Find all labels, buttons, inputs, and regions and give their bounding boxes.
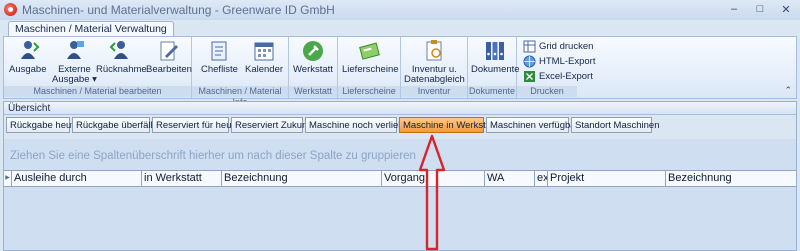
overview-panel: Übersicht Rückgabe heute Rückgabe überfä… bbox=[3, 101, 797, 251]
excel-export-button[interactable]: Excel-Export bbox=[523, 70, 593, 83]
ribbon-group-caption: Lieferscheine bbox=[338, 86, 400, 97]
list-document-icon bbox=[207, 39, 231, 63]
person-arrow-in-icon bbox=[109, 39, 133, 63]
ruecknahme-button[interactable]: Rücknahme bbox=[96, 39, 147, 75]
grid-column-headers: ▶ Ausleihe durch in Werkstatt Bezeichnun… bbox=[4, 170, 796, 187]
column-header-wa[interactable]: WA bbox=[484, 171, 534, 186]
maximize-icon[interactable]: □ bbox=[748, 1, 772, 17]
workshop-wrench-icon bbox=[301, 39, 325, 63]
app-logo-icon bbox=[4, 3, 17, 16]
ribbon-group-caption: Inventur bbox=[401, 86, 467, 97]
filter-standort-maschinen[interactable]: Standort Maschinen bbox=[571, 117, 660, 133]
grid-print-icon bbox=[523, 40, 536, 53]
ribbon-tab-row: Maschinen / Material Verwaltung bbox=[0, 20, 800, 37]
chefliste-button[interactable]: Chefliste bbox=[201, 39, 238, 75]
html-globe-icon bbox=[523, 55, 536, 68]
column-header-in-werkstatt[interactable]: in Werkstatt bbox=[141, 171, 221, 186]
delivery-note-icon bbox=[358, 39, 382, 63]
ribbon-group-dokumente: Dokumente Dokumente bbox=[468, 37, 520, 98]
html-export-button[interactable]: HTML-Export bbox=[523, 55, 595, 68]
tab-maschinen-material-verwaltung[interactable]: Maschinen / Material Verwaltung bbox=[8, 21, 174, 37]
window-controls: – □ ✕ bbox=[722, 1, 798, 17]
filter-maschine-noch-verliehen[interactable]: Maschine noch verliehen bbox=[305, 117, 414, 133]
kalender-button[interactable]: Kalender bbox=[245, 39, 283, 75]
ribbon-group-caption: Dokumente bbox=[468, 86, 516, 97]
dokumente-button[interactable]: Dokumente bbox=[471, 39, 520, 75]
column-header-bezeichnung[interactable]: Bezeichnung bbox=[221, 171, 381, 186]
calendar-icon bbox=[252, 39, 276, 63]
ribbon-group-inventur: Inventur u. Datenabgleich Inventur bbox=[401, 37, 468, 98]
annotation-arrow-up bbox=[418, 134, 446, 251]
ribbon-group-drucken: Grid drucken HTML-Export Excel-Export Dr… bbox=[517, 37, 796, 98]
filter-reserviert-zukunft[interactable]: Reserviert Zukunft bbox=[231, 117, 313, 133]
group-by-drop-area[interactable]: Ziehen Sie eine Spaltenüberschrift hierh… bbox=[10, 150, 416, 162]
column-header-ausleihe-durch[interactable]: Ausleihe durch bbox=[11, 171, 141, 186]
collapse-ribbon-icon[interactable]: ⌃ bbox=[784, 85, 792, 96]
column-header-ex[interactable]: ex bbox=[534, 171, 547, 186]
row-indicator-icon: ▶ bbox=[5, 175, 10, 181]
data-grid: Ziehen Sie eine Spaltenüberschrift hierh… bbox=[4, 139, 796, 250]
werkstatt-button[interactable]: Werkstatt bbox=[293, 39, 333, 75]
ribbon-group-bearbeiten: Ausgabe Externe Ausgabe ▾ Rücknahme Bear… bbox=[4, 37, 192, 98]
ribbon-group-info: Chefliste Kalender Maschinen / Material … bbox=[192, 37, 289, 107]
column-header-projekt[interactable]: Projekt bbox=[547, 171, 665, 186]
ribbon-group-lieferscheine: Lieferscheine Lieferscheine bbox=[338, 37, 401, 98]
edit-document-icon bbox=[157, 39, 181, 63]
externe-ausgabe-button[interactable]: Externe Ausgabe ▾ bbox=[52, 39, 97, 85]
inventur-button[interactable]: Inventur u. Datenabgleich bbox=[404, 39, 465, 85]
overview-header: Übersicht bbox=[4, 102, 796, 115]
ribbon-group-werkstatt: Werkstatt Werkstatt bbox=[289, 37, 338, 98]
ausgabe-button[interactable]: Ausgabe bbox=[9, 39, 47, 75]
close-icon[interactable]: ✕ bbox=[774, 1, 798, 17]
grid-drucken-button[interactable]: Grid drucken bbox=[523, 40, 593, 53]
person-external-icon bbox=[62, 39, 86, 63]
window-title: Maschinen- und Materialverwaltung - Gree… bbox=[22, 3, 335, 17]
column-header-bezeichnung-2[interactable]: Bezeichnung bbox=[665, 171, 796, 186]
filter-maschine-in-werkstatt[interactable]: Maschine in Werkstatt bbox=[399, 117, 496, 133]
binders-icon bbox=[483, 39, 507, 63]
ribbon-group-caption: Maschinen / Material Info bbox=[192, 86, 288, 107]
ribbon-group-caption: Maschinen / Material bearbeiten bbox=[4, 86, 191, 97]
excel-icon bbox=[523, 70, 536, 83]
ribbon: Ausgabe Externe Ausgabe ▾ Rücknahme Bear… bbox=[3, 36, 797, 107]
person-arrow-out-icon bbox=[16, 39, 40, 63]
ribbon-group-caption: Werkstatt bbox=[289, 86, 337, 97]
ribbon-group-caption: Drucken bbox=[517, 86, 577, 97]
filter-reserviert-heute[interactable]: Reserviert für heute bbox=[152, 117, 239, 133]
title-bar: Maschinen- und Materialverwaltung - Gree… bbox=[0, 0, 800, 21]
minimize-icon[interactable]: – bbox=[722, 1, 746, 17]
bearbeiten-button[interactable]: Bearbeiten bbox=[146, 39, 192, 75]
filter-rueckgabe-ueberfaellig[interactable]: Rückgabe überfällig bbox=[72, 117, 160, 133]
filter-rueckgabe-heute[interactable]: Rückgabe heute bbox=[6, 117, 79, 133]
filter-maschinen-verfuegbar[interactable]: Maschinen verfügbar bbox=[486, 117, 579, 133]
inventory-clipboard-icon bbox=[422, 39, 446, 63]
lieferscheine-button[interactable]: Lieferscheine bbox=[342, 39, 399, 75]
